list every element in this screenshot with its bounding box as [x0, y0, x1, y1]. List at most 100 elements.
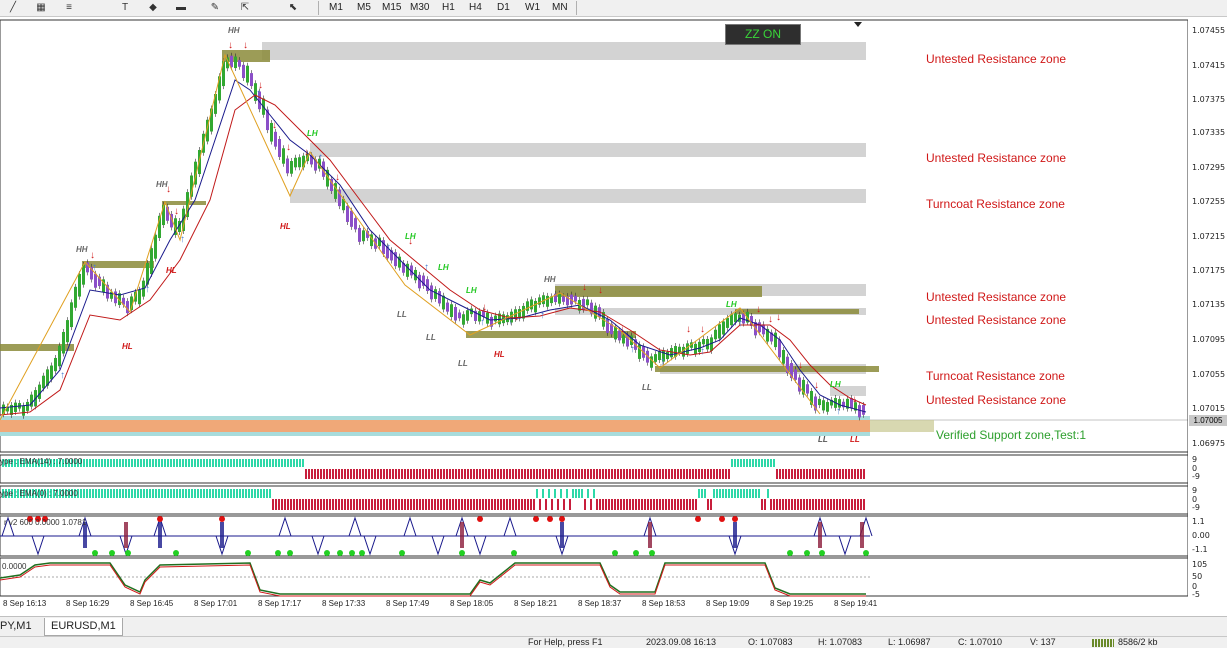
indicator-bar	[182, 489, 184, 498]
indicator-dot	[547, 516, 553, 522]
candle	[238, 60, 241, 67]
timeframe-h4[interactable]: H4	[469, 0, 482, 16]
indicator-bar	[698, 469, 700, 479]
time-axis-label: 8 Sep 19:25	[770, 599, 814, 608]
indicator-4-scale: -5	[1192, 590, 1200, 599]
indicator-bar	[260, 489, 262, 498]
indicator-bar	[233, 489, 235, 498]
indicator-bar	[617, 499, 619, 510]
indicator-bar	[590, 499, 592, 510]
indicator-bar	[167, 459, 169, 467]
indicator-bar	[200, 459, 202, 467]
indicator-bar	[356, 469, 358, 479]
indicator-bar	[92, 489, 94, 498]
swing-label: HL	[166, 266, 177, 275]
text-tool-icon[interactable]: T	[118, 1, 132, 14]
candle	[278, 139, 281, 157]
indicator-bar	[689, 469, 691, 479]
zone-label: Untested Resistance zone	[926, 290, 1067, 304]
pen-tool-icon[interactable]: ✎	[208, 1, 222, 14]
candle	[74, 286, 77, 308]
indicator-bar	[629, 499, 631, 510]
swing-label: LH	[466, 286, 477, 295]
timeframe-w1[interactable]: W1	[525, 0, 540, 16]
indicator-bar	[221, 459, 223, 467]
indicator-bar	[338, 469, 340, 479]
indicator-bar	[329, 469, 331, 479]
indicator-bar	[815, 469, 817, 479]
candle	[538, 297, 541, 305]
indicator-bar	[281, 459, 283, 467]
tab-py-m1[interactable]: PY,M1	[0, 618, 38, 635]
indicator-bar	[386, 469, 388, 479]
indicator-bar	[665, 469, 667, 479]
indicator-bar	[134, 489, 136, 498]
timeframe-mn[interactable]: MN	[552, 0, 568, 16]
timeframe-h1[interactable]: H1	[442, 0, 455, 16]
timeframe-d1[interactable]: D1	[497, 0, 510, 16]
candle	[458, 312, 461, 319]
indicator-bar	[278, 499, 280, 510]
candle	[718, 324, 721, 339]
price-axis-label: 1.07415	[1192, 61, 1226, 70]
indicator-bar	[614, 469, 616, 479]
indicator-bar	[242, 489, 244, 498]
indicator-bar	[683, 469, 685, 479]
indicator-bar	[794, 469, 796, 479]
indicator-bar	[692, 469, 694, 479]
indicator-bar	[506, 499, 508, 510]
indicator-bar	[674, 499, 676, 510]
arrow-marker-icon[interactable]: ⇱	[238, 1, 252, 14]
chart-shift-marker-icon[interactable]	[854, 22, 862, 27]
cursor-menu-icon[interactable]: ⬉	[286, 1, 300, 14]
indicator-bar	[746, 489, 748, 498]
candle	[438, 291, 441, 304]
candle	[50, 365, 53, 380]
indicator-bar	[257, 459, 259, 467]
indicator-bar	[230, 459, 232, 467]
time-axis-label: 8 Sep 17:33	[322, 599, 366, 608]
candle	[466, 310, 469, 321]
indicator-bar	[254, 489, 256, 498]
arrow-shape-icon[interactable]: ◆	[146, 1, 160, 14]
indicator-bar	[362, 499, 364, 510]
fibonacci-tool-icon[interactable]: ≡	[62, 1, 76, 14]
candle	[290, 161, 293, 174]
indicator-bar	[650, 469, 652, 479]
timeframe-m30[interactable]: M30	[410, 0, 429, 16]
indicator-bar	[131, 459, 133, 467]
indicator-bar	[455, 469, 457, 479]
zigzag-toggle-button[interactable]: ZZ ON	[725, 24, 801, 45]
indicator-bar	[755, 459, 757, 467]
timeframe-m15[interactable]: M15	[382, 0, 401, 16]
indicator-bar	[434, 499, 436, 510]
indicator-bar	[599, 469, 601, 479]
indicator-bar	[590, 469, 592, 479]
channel-tool-icon[interactable]: ▦	[34, 1, 48, 14]
indicator-bar	[194, 459, 196, 467]
candle	[246, 65, 249, 83]
indicator-bar	[152, 459, 154, 467]
swing-label: LL	[397, 310, 407, 319]
indicator-bar	[218, 459, 220, 467]
indicator-bar	[752, 489, 754, 498]
indicator-bar	[410, 469, 412, 479]
indicator-bar	[413, 499, 415, 510]
zone-label: Untested Resistance zone	[926, 151, 1067, 165]
rectangle-shape-icon[interactable]: ▬	[174, 1, 188, 14]
indicator-dot	[649, 550, 655, 556]
indicator-bar	[128, 489, 130, 498]
indicator-bar	[203, 489, 205, 498]
line-tool-icon[interactable]: ╱	[6, 1, 20, 14]
timeframe-m5[interactable]: M5	[357, 0, 371, 16]
timeframe-m1[interactable]: M1	[329, 0, 343, 16]
candle	[346, 205, 349, 222]
indicator-dot	[92, 550, 98, 556]
tab-eurusd-m1[interactable]: EURUSD,M1	[44, 618, 123, 636]
indicator-bar	[695, 499, 697, 510]
indicator-bar	[206, 459, 208, 467]
indicator-bar	[158, 522, 162, 548]
indicator-dot	[787, 550, 793, 556]
indicator-bar	[509, 499, 511, 510]
indicator-bar	[383, 469, 385, 479]
